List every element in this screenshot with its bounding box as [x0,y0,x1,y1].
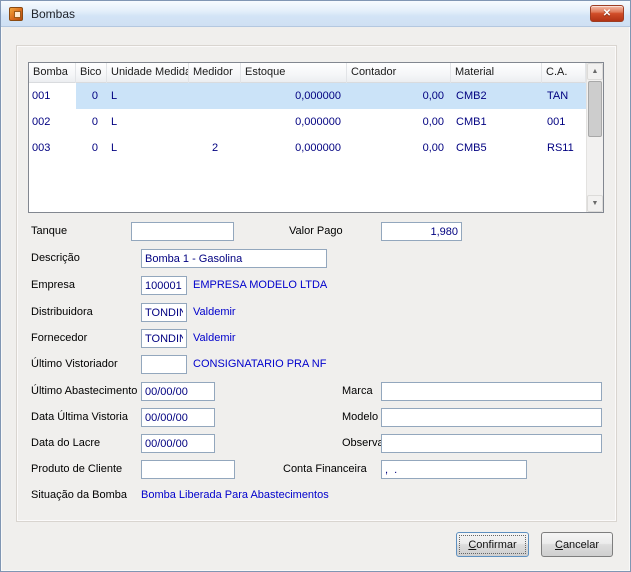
column-header-contador[interactable]: Contador [347,63,451,83]
scrollbar-thumb[interactable] [588,81,602,137]
table-row[interactable]: 003 0 L 2 0,000000 0,00 CMB5 RS11 [29,135,586,161]
empresa-input[interactable] [141,276,187,295]
tanque-label: Tanque [31,225,68,237]
fornecedor-info: Valdemir [193,332,236,344]
table-cell[interactable] [189,109,241,135]
modelo-input[interactable] [381,408,602,427]
table-cell[interactable]: 001 [29,83,76,109]
confirmar-button[interactable]: Confirmar [456,532,529,557]
cancelar-accel: C [554,538,563,551]
conta-financeira-label: Conta Financeira [283,463,367,475]
ultimo-vistoriador-info: CONSIGNATARIO PRA NF [193,358,327,370]
table-cell[interactable]: RS11 [542,135,586,161]
column-header-medidor[interactable]: Medidor [189,63,241,83]
table-row[interactable]: 001 0 L 0,000000 0,00 CMB2 TAN [29,83,586,109]
vertical-scrollbar[interactable]: ▲ ▼ [586,63,603,212]
table-cell[interactable]: 002 [29,109,76,135]
observacao-input[interactable] [381,434,602,453]
table-cell[interactable]: 0 [76,109,107,135]
column-header-estoque[interactable]: Estoque [241,63,347,83]
fornecedor-label: Fornecedor [31,332,88,344]
tanque-input[interactable] [131,222,234,241]
screen: Bombas ✕ Bomba Bico Unidade Medida Medid… [0,0,631,572]
table-cell[interactable]: CMB2 [451,83,542,109]
descricao-input[interactable] [141,249,327,268]
table-cell[interactable]: 0,00 [347,135,451,161]
column-header-unidade-medida[interactable]: Unidade Medida [107,63,189,83]
data-ultima-vistoria-label: Data Última Vistoria [31,411,128,423]
confirmar-rest: onfirmar [476,538,517,551]
data-ultima-vistoria-input[interactable] [141,408,215,427]
marca-input[interactable] [381,382,602,401]
column-header-bomba[interactable]: Bomba [29,63,76,83]
empresa-label: Empresa [31,279,76,291]
table-cell[interactable]: TAN [542,83,586,109]
pumps-table[interactable]: Bomba Bico Unidade Medida Medidor Estoqu… [28,62,604,213]
marca-label: Marca [342,385,373,397]
data-do-lacre-input[interactable] [141,434,215,453]
table-cell[interactable] [189,83,241,109]
table-row[interactable]: 002 0 L 0,000000 0,00 CMB1 001 [29,109,586,135]
scroll-up-icon[interactable]: ▲ [587,63,603,80]
table-cell[interactable]: 003 [29,135,76,161]
window-icon [9,7,23,21]
table-cell[interactable]: L [107,109,189,135]
table-cell[interactable]: 0,000000 [241,135,347,161]
table-cell[interactable]: L [107,135,189,161]
column-header-material[interactable]: Material [451,63,542,83]
conta-financeira-input[interactable] [381,460,527,479]
table-cell[interactable]: 001 [542,109,586,135]
ultimo-abastecimento-input[interactable] [141,382,215,401]
table-cell[interactable]: 2 [189,135,241,161]
table-cell[interactable]: 0,000000 [241,83,347,109]
table-cell[interactable]: 0 [76,83,107,109]
ultimo-vistoriador-label: Último Vistoriador [31,358,118,370]
situacao-da-bomba-value: Bomba Liberada Para Abastecimentos [141,489,329,501]
produto-de-cliente-label: Produto de Cliente [31,463,123,475]
ultimo-vistoriador-input[interactable] [141,355,187,374]
valor-pago-input[interactable] [381,222,462,241]
descricao-label: Descrição [31,252,80,264]
produto-de-cliente-input[interactable] [141,460,235,479]
distribuidora-label: Distribuidora [31,306,93,318]
table-cell[interactable]: CMB1 [451,109,542,135]
table-cell[interactable]: 0,00 [347,83,451,109]
cancelar-rest: ancelar [562,538,600,551]
distribuidora-info: Valdemir [193,306,236,318]
table-header: Bomba Bico Unidade Medida Medidor Estoqu… [29,63,586,83]
distribuidora-input[interactable] [141,303,187,322]
titlebar[interactable]: Bombas ✕ [1,1,630,27]
cancelar-button[interactable]: Cancelar [541,532,613,557]
fornecedor-input[interactable] [141,329,187,348]
ultimo-abastecimento-label: Último Abastecimento [31,385,138,397]
close-button[interactable]: ✕ [590,5,624,22]
valor-pago-label: Valor Pago [289,225,343,237]
window-title: Bombas [31,7,76,21]
table-cell[interactable]: 0,00 [347,109,451,135]
scroll-down-icon[interactable]: ▼ [587,195,603,212]
modelo-label: Modelo [342,411,379,423]
empresa-info: EMPRESA MODELO LTDA [193,279,328,291]
table-cell[interactable]: L [107,83,189,109]
table-cell[interactable]: 0 [76,135,107,161]
situacao-da-bomba-label: Situação da Bomba [31,489,128,501]
table-cell[interactable]: CMB5 [451,135,542,161]
table-cell[interactable]: 0,000000 [241,109,347,135]
data-do-lacre-label: Data do Lacre [31,437,101,449]
column-header-bico[interactable]: Bico [76,63,107,83]
bombas-dialog: Bombas ✕ Bomba Bico Unidade Medida Medid… [0,0,631,572]
column-header-ca[interactable]: C.A. [542,63,586,83]
